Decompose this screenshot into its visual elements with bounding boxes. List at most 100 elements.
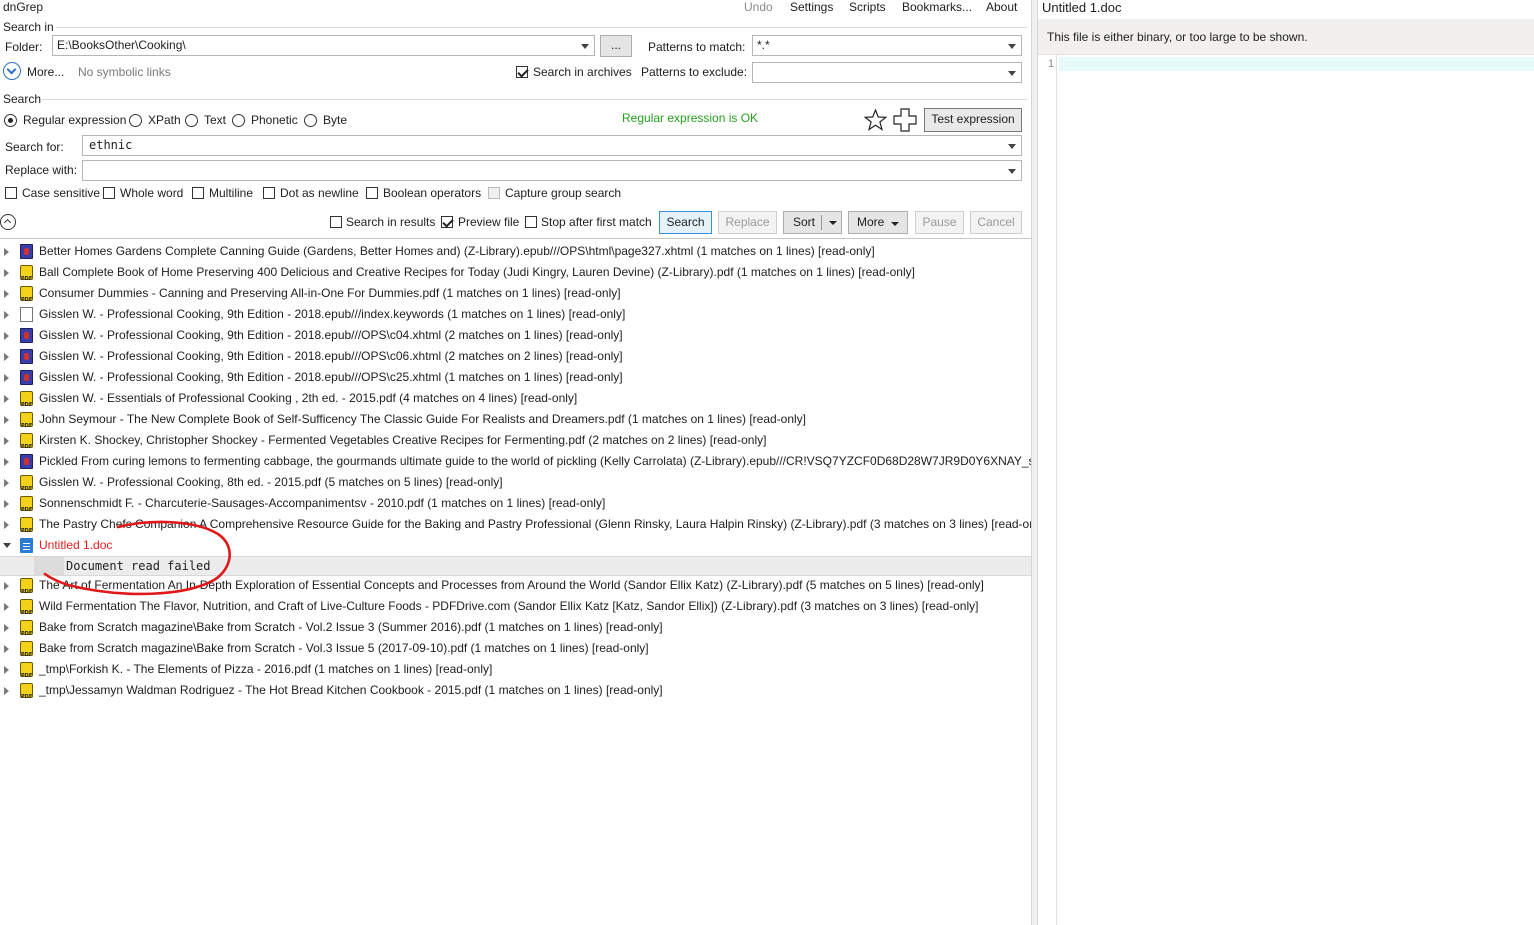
- result-row[interactable]: Bake from Scratch magazine\Bake from Scr…: [0, 617, 1031, 645]
- result-row[interactable]: The Art of Fermentation An In-Depth Expl…: [0, 575, 1031, 603]
- multiline-checkbox[interactable]: [192, 187, 204, 199]
- expand-arrow-icon[interactable]: [4, 521, 9, 529]
- stop-after-first-checkbox[interactable]: [525, 216, 537, 228]
- result-file-name: Gisslen W. - Professional Cooking, 9th E…: [39, 307, 626, 321]
- search-archives-checkbox[interactable]: [516, 66, 528, 78]
- result-row[interactable]: Gisslen W. - Professional Cooking, 9th E…: [0, 325, 1031, 346]
- pause-button[interactable]: Pause: [915, 211, 964, 234]
- pdf-file-icon: [20, 265, 33, 290]
- expand-arrow-icon[interactable]: [4, 374, 9, 382]
- result-row[interactable]: Bake from Scratch magazine\Bake from Scr…: [0, 638, 1031, 666]
- case-sensitive-checkbox[interactable]: [5, 187, 17, 199]
- result-file-name: Pickled From curing lemons to fermenting…: [39, 454, 1031, 468]
- bookmark-star-icon[interactable]: [864, 109, 887, 131]
- expand-arrow-icon[interactable]: [4, 353, 9, 361]
- expand-arrow-icon[interactable]: [4, 479, 9, 487]
- result-row[interactable]: Gisslen W. - Professional Cooking, 9th E…: [0, 346, 1031, 367]
- search-in-results-checkbox[interactable]: [330, 216, 342, 228]
- more-button[interactable]: More: [848, 211, 908, 234]
- mode-byte-radio[interactable]: [304, 114, 317, 127]
- expand-arrow-icon[interactable]: [4, 269, 9, 277]
- result-row[interactable]: Consumer Dummies - Canning and Preservin…: [0, 283, 1031, 311]
- menu-scripts[interactable]: Scripts: [849, 0, 886, 14]
- result-row[interactable]: Wild Fermentation The Flavor, Nutrition,…: [0, 596, 1031, 624]
- expand-arrow-icon[interactable]: [4, 645, 9, 653]
- expand-arrow-icon[interactable]: [4, 311, 9, 319]
- add-bookmark-icon[interactable]: [893, 108, 917, 132]
- result-row[interactable]: Better Homes Gardens Complete Canning Gu…: [0, 241, 1031, 262]
- search-for-input[interactable]: ethnic: [82, 135, 1022, 156]
- result-row[interactable]: Gisslen W. - Professional Cooking, 8th e…: [0, 472, 1031, 500]
- replace-button[interactable]: Replace: [718, 211, 777, 234]
- result-row[interactable]: Gisslen W. - Essentials of Professional …: [0, 388, 1031, 416]
- result-row[interactable]: Pickled From curing lemons to fermenting…: [0, 451, 1031, 472]
- folder-input[interactable]: E:\BooksOther\Cooking\: [52, 35, 595, 56]
- result-row[interactable]: Untitled 1.doc: [0, 535, 1031, 556]
- browse-button[interactable]: ...: [600, 35, 632, 57]
- result-row[interactable]: Ball Complete Book of Home Preserving 40…: [0, 262, 1031, 290]
- mode-phonetic-radio[interactable]: [232, 114, 245, 127]
- pdf-file-icon: [20, 391, 33, 416]
- menu-settings[interactable]: Settings: [790, 0, 833, 14]
- expand-arrow-icon[interactable]: [4, 332, 9, 340]
- preview-title: Untitled 1.doc: [1042, 0, 1122, 15]
- mode-text-radio[interactable]: [185, 114, 198, 127]
- search-panel: dnGrep Undo Settings Scripts Bookmarks..…: [0, 0, 1031, 925]
- menu-bookmarks[interactable]: Bookmarks...: [902, 0, 972, 14]
- test-expression-button[interactable]: Test expression: [924, 108, 1022, 132]
- expand-arrow-icon[interactable]: [4, 395, 9, 403]
- patterns-exclude-input[interactable]: [752, 62, 1022, 83]
- results-tree[interactable]: Better Homes Gardens Complete Canning Gu…: [0, 238, 1031, 925]
- result-row[interactable]: Kirsten K. Shockey, Christopher Shockey …: [0, 430, 1031, 458]
- result-row[interactable]: John Seymour - The New Complete Book of …: [0, 409, 1031, 437]
- match-line[interactable]: Document read failed: [0, 556, 1031, 576]
- expand-arrow-icon[interactable]: [4, 582, 9, 590]
- search-button[interactable]: Search: [659, 211, 712, 234]
- result-row[interactable]: Gisslen W. - Professional Cooking, 9th E…: [0, 367, 1031, 388]
- expand-arrow-icon[interactable]: [4, 603, 9, 611]
- pdf-file-icon: [20, 578, 33, 603]
- replace-with-input[interactable]: [82, 160, 1022, 181]
- expand-arrow-icon[interactable]: [4, 416, 9, 424]
- pane-splitter[interactable]: [1031, 0, 1038, 925]
- expand-more-icon[interactable]: [3, 62, 21, 80]
- whole-word-checkbox[interactable]: [103, 187, 115, 199]
- expand-arrow-icon[interactable]: [4, 248, 9, 256]
- collapse-icon[interactable]: [0, 214, 16, 230]
- result-row[interactable]: _tmp\Forkish K. - The Elements of Pizza …: [0, 659, 1031, 687]
- more-options-link[interactable]: More...: [27, 65, 64, 79]
- current-line-highlight: [1059, 57, 1534, 71]
- collapse-arrow-icon[interactable]: [3, 543, 11, 548]
- expand-arrow-icon[interactable]: [4, 687, 9, 695]
- menu-undo[interactable]: Undo: [744, 0, 773, 14]
- whole-word-label: Whole word: [120, 186, 184, 200]
- preview-file-checkbox[interactable]: [441, 216, 453, 228]
- result-row[interactable]: The Pastry Chefs Companion A Comprehensi…: [0, 514, 1031, 542]
- search-archives-label: Search in archives: [533, 65, 632, 79]
- result-row[interactable]: Sonnenschmidt F. - Charcuterie-Sausages-…: [0, 493, 1031, 521]
- app-title: dnGrep: [3, 0, 44, 14]
- expand-arrow-icon[interactable]: [4, 500, 9, 508]
- result-file-name: Kirsten K. Shockey, Christopher Shockey …: [39, 433, 767, 447]
- mode-xpath-radio[interactable]: [129, 114, 142, 127]
- boolean-operators-checkbox[interactable]: [366, 187, 378, 199]
- result-file-name: _tmp\Forkish K. - The Elements of Pizza …: [39, 662, 493, 676]
- expand-arrow-icon[interactable]: [4, 290, 9, 298]
- expand-arrow-icon[interactable]: [4, 458, 9, 466]
- sort-button[interactable]: Sort: [783, 211, 842, 234]
- result-row[interactable]: Gisslen W. - Professional Cooking, 9th E…: [0, 304, 1031, 325]
- expand-arrow-icon[interactable]: [4, 666, 9, 674]
- chevron-down-icon: [1008, 169, 1016, 174]
- pdf-file-icon: [20, 496, 33, 521]
- expand-arrow-icon[interactable]: [4, 624, 9, 632]
- menu-about[interactable]: About: [986, 0, 1017, 14]
- mode-regex-radio[interactable]: [4, 114, 17, 127]
- result-row[interactable]: _tmp\Jessamyn Waldman Rodriguez - The Ho…: [0, 680, 1031, 708]
- pdf-file-icon: [20, 683, 33, 708]
- pdf-file-icon: [20, 433, 33, 458]
- dot-newline-checkbox[interactable]: [263, 187, 275, 199]
- expand-arrow-icon[interactable]: [4, 437, 9, 445]
- patterns-match-input[interactable]: *.*: [752, 35, 1022, 56]
- cancel-button[interactable]: Cancel: [970, 211, 1022, 234]
- capture-group-checkbox[interactable]: [488, 187, 500, 199]
